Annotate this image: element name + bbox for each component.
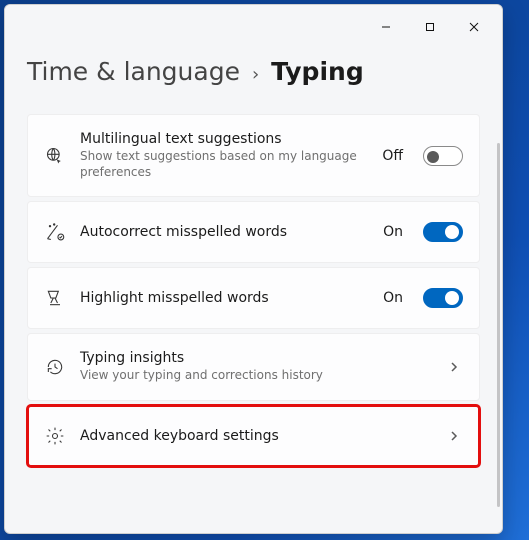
toggle-multilingual[interactable] <box>423 146 463 166</box>
toggle-highlight[interactable] <box>423 288 463 308</box>
toggle-state-label: On <box>383 224 403 240</box>
titlebar <box>5 5 502 49</box>
settings-window: Time & language › Typing Multilingual te… <box>4 4 503 534</box>
setting-title: Typing insights <box>80 350 431 366</box>
gear-icon <box>44 426 66 446</box>
toggle-state-label: Off <box>382 148 403 164</box>
chevron-right-icon <box>445 361 463 373</box>
autocorrect-icon <box>44 222 66 242</box>
toggle-autocorrect[interactable] <box>423 222 463 242</box>
setting-title: Autocorrect misspelled words <box>80 224 369 240</box>
content-area: Time & language › Typing Multilingual te… <box>5 57 502 467</box>
setting-title: Highlight misspelled words <box>80 290 369 306</box>
maximize-icon <box>425 22 435 32</box>
globe-text-icon <box>44 146 66 166</box>
minimize-button[interactable] <box>364 11 408 43</box>
page-title: Typing <box>271 57 364 86</box>
toggle-state-label: On <box>383 290 403 306</box>
close-icon <box>469 22 479 32</box>
maximize-button[interactable] <box>408 11 452 43</box>
scrollbar[interactable] <box>497 143 500 507</box>
setting-subtitle: Show text suggestions based on my langua… <box>80 148 368 180</box>
highlight-icon <box>44 288 66 308</box>
breadcrumb: Time & language › Typing <box>27 57 480 86</box>
close-button[interactable] <box>452 11 496 43</box>
setting-row-autocorrect[interactable]: Autocorrect misspelled words On <box>27 201 480 263</box>
setting-title: Multilingual text suggestions <box>80 131 368 147</box>
chevron-right-icon <box>445 430 463 442</box>
breadcrumb-parent[interactable]: Time & language <box>27 57 240 86</box>
chevron-right-icon: › <box>252 64 259 85</box>
setting-row-highlight[interactable]: Highlight misspelled words On <box>27 267 480 329</box>
history-icon <box>44 357 66 377</box>
setting-row-advanced-keyboard[interactable]: Advanced keyboard settings <box>27 405 480 467</box>
setting-row-insights[interactable]: Typing insights View your typing and cor… <box>27 333 480 400</box>
minimize-icon <box>381 22 391 32</box>
setting-title: Advanced keyboard settings <box>80 428 431 444</box>
setting-subtitle: View your typing and corrections history <box>80 367 431 383</box>
setting-row-multilingual[interactable]: Multilingual text suggestions Show text … <box>27 114 480 197</box>
